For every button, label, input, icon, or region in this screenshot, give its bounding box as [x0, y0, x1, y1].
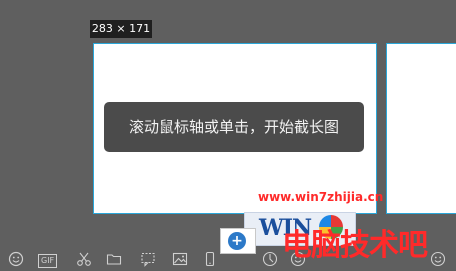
long-capture-button[interactable]: + [220, 228, 256, 254]
folder-icon[interactable] [106, 251, 122, 267]
emoji-icon[interactable] [8, 251, 24, 267]
gif-icon[interactable]: GIF [38, 254, 58, 268]
watermark-site-name: 电脑技术吧 [282, 228, 428, 263]
mobile-icon[interactable] [202, 251, 218, 267]
watermark-url: www.win7zhijia.cn [258, 190, 384, 204]
palette-icon[interactable] [262, 251, 278, 267]
long-screenshot-hint: 滚动鼠标轴或单击，开始截长图 [104, 102, 364, 152]
scissors-icon[interactable] [76, 251, 92, 267]
more-icon[interactable] [430, 251, 446, 267]
screenshot-stage: 283 × 171 滚动鼠标轴或单击，开始截长图 www.win7zhijia.… [0, 0, 456, 271]
image-icon[interactable] [172, 251, 188, 267]
long-capture-icon: + [228, 232, 246, 250]
capture-selection-adjacent [386, 43, 456, 214]
selection-size-label: 283 × 171 [90, 20, 152, 38]
selection-icon[interactable] [140, 251, 156, 267]
